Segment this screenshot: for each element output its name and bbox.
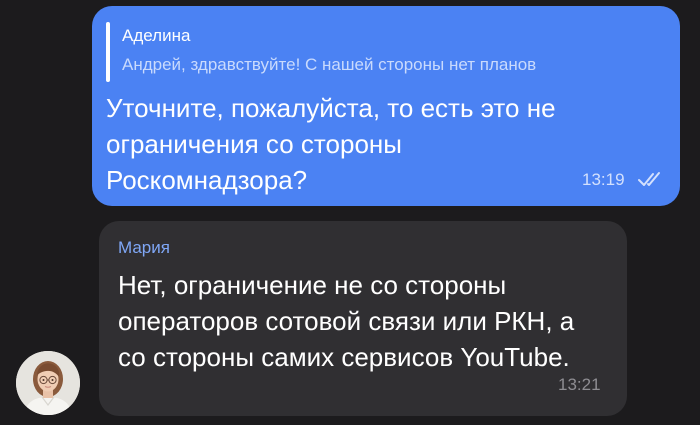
incoming-message-text: Нет, ограничение не со стороны операторо… xyxy=(118,270,575,372)
reply-text: Андрей, здравствуйте! С нашей стороны не… xyxy=(122,55,537,74)
user-avatar-icon xyxy=(16,351,80,415)
incoming-message-bubble[interactable]: Мария Нет, ограничение не со стороны опе… xyxy=(99,221,627,416)
incoming-message-time: 13:21 xyxy=(558,375,601,394)
sender-avatar[interactable] xyxy=(16,351,80,415)
sender-name[interactable]: Мария xyxy=(118,238,170,258)
reply-quote[interactable]: Аделина Андрей, здравствуйте! С нашей ст… xyxy=(106,22,656,82)
reply-author: Аделина xyxy=(122,26,191,45)
outgoing-message-bubble[interactable]: Аделина Андрей, здравствуйте! С нашей ст… xyxy=(92,6,680,206)
double-check-icon xyxy=(638,172,660,186)
chat-view: Аделина Андрей, здравствуйте! С нашей ст… xyxy=(0,0,700,425)
outgoing-message-text: Уточните, пожалуйста, то есть это не огр… xyxy=(106,93,556,195)
outgoing-message-time: 13:19 xyxy=(582,170,625,189)
reply-bar xyxy=(106,22,110,82)
